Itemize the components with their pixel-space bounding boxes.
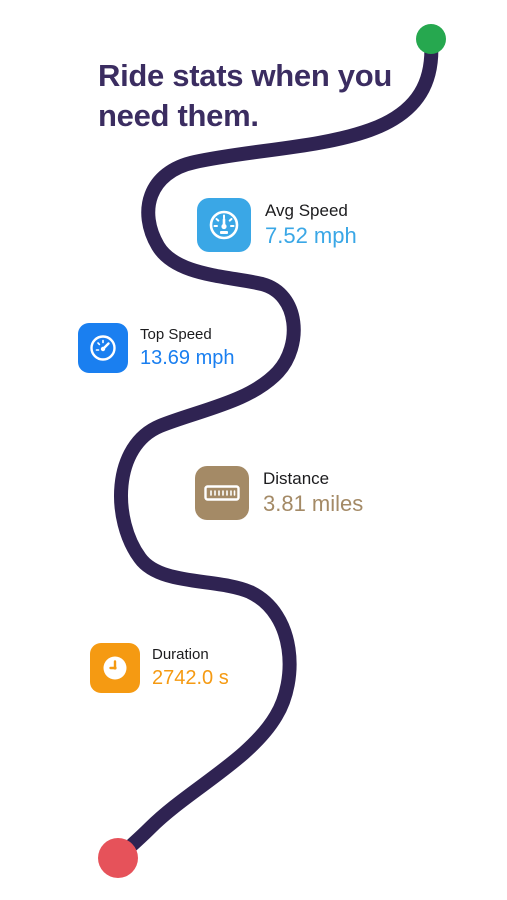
headline: Ride stats when you need them. bbox=[98, 58, 393, 133]
stat-top-speed: Top Speed 13.69 mph bbox=[78, 323, 235, 373]
route-end-dot bbox=[98, 838, 138, 878]
distance-label: Distance bbox=[263, 469, 330, 488]
stat-duration: Duration 2742.0 s bbox=[90, 643, 229, 693]
ruler-icon bbox=[195, 466, 249, 520]
stat-avg-speed: Avg Speed 7.52 mph bbox=[197, 198, 357, 252]
route-path bbox=[111, 33, 439, 865]
top-speed-value: 13.69 mph bbox=[140, 347, 235, 369]
gauge-icon bbox=[197, 198, 251, 252]
avg-speed-value: 7.52 mph bbox=[265, 223, 357, 248]
duration-value: 2742.0 s bbox=[152, 667, 229, 689]
duration-label: Duration bbox=[152, 646, 209, 663]
avg-speed-label: Avg Speed bbox=[265, 201, 348, 220]
speedometer-icon bbox=[78, 323, 128, 373]
top-speed-label: Top Speed bbox=[140, 326, 212, 343]
route-start-dot bbox=[416, 24, 446, 54]
distance-value: 3.81 miles bbox=[263, 491, 364, 516]
clock-icon bbox=[90, 643, 140, 693]
stat-distance: Distance 3.81 miles bbox=[195, 466, 363, 520]
